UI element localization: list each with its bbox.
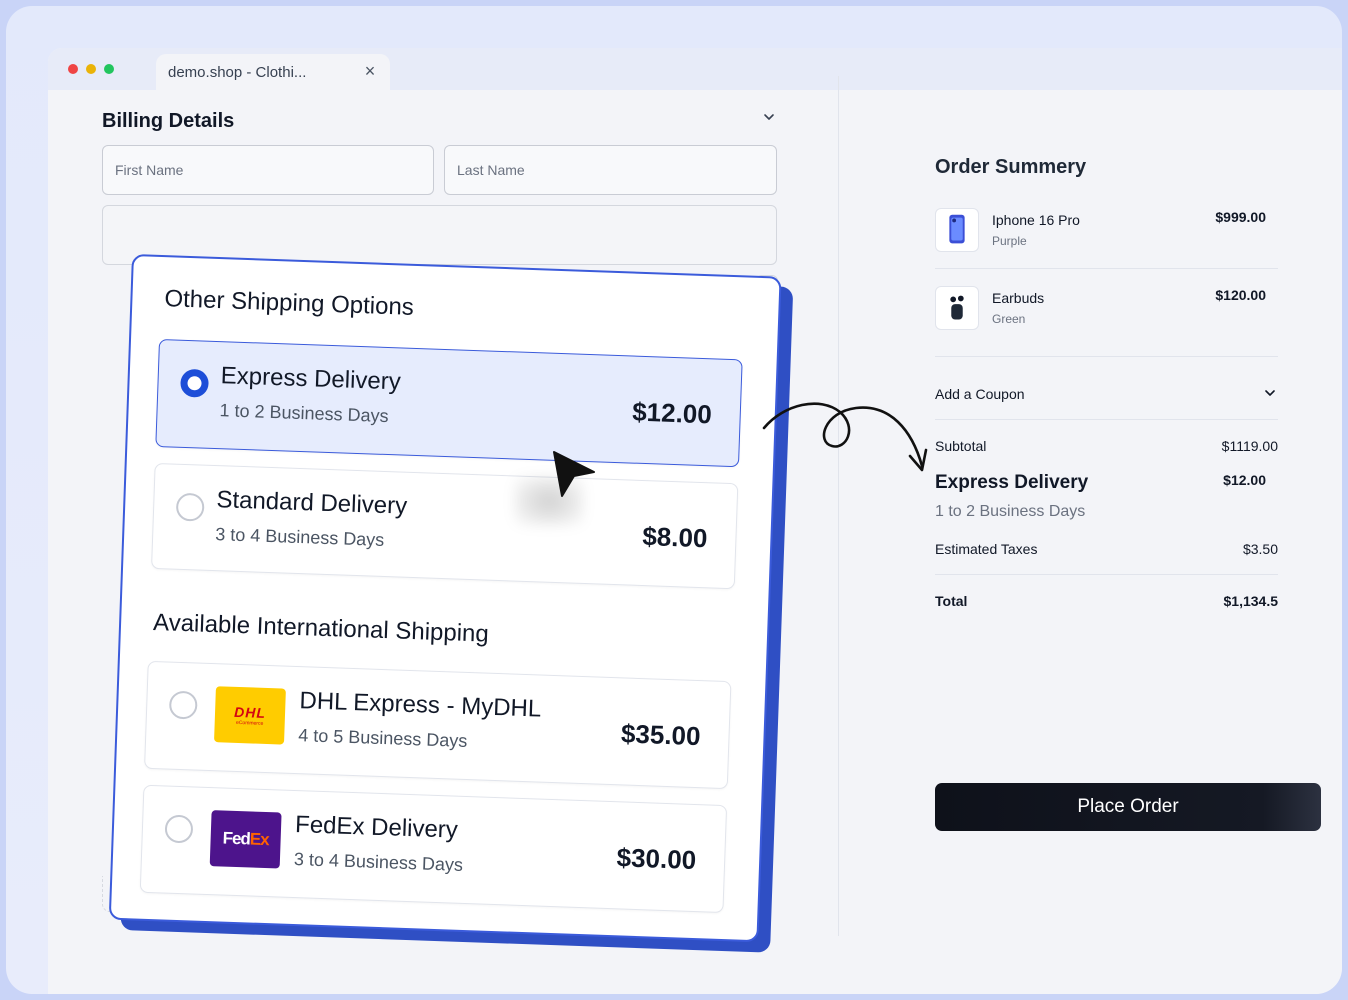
summary-divider: [935, 268, 1278, 269]
radio-unselected[interactable]: [164, 814, 194, 844]
option-subtitle: 3 to 4 Business Days: [293, 849, 464, 875]
product-price: $120.00: [1215, 287, 1266, 303]
summary-divider: [935, 574, 1278, 575]
shipping-method-price: $12.00: [1223, 472, 1266, 488]
close-window-dot[interactable]: [68, 64, 78, 74]
international-shipping-title: Available International Shipping: [152, 608, 490, 648]
shipping-option-dhl[interactable]: DHL eCommerce DHL Express - MyDHL 4 to 5…: [144, 660, 732, 790]
tab-title: demo.shop - Clothi...: [168, 63, 307, 81]
cursor-icon: [553, 451, 595, 497]
taxes-value: $3.50: [1242, 541, 1278, 557]
first-name-field[interactable]: First Name: [102, 145, 434, 195]
option-price: $8.00: [641, 520, 708, 554]
curved-arrow-icon: [762, 402, 928, 472]
dhl-logo-text: DHL: [233, 703, 267, 721]
subtotal-row: Subtotal $1119.00: [935, 438, 1278, 454]
billing-title: Billing Details: [102, 110, 235, 132]
add-coupon-toggle[interactable]: Add a Coupon: [935, 386, 1278, 402]
close-icon[interactable]: ×: [362, 62, 378, 80]
option-title: FedEx Delivery: [294, 811, 459, 844]
shipping-option-express[interactable]: Express Delivery 1 to 2 Business Days $1…: [155, 338, 743, 468]
dhl-logo: DHL eCommerce: [214, 686, 286, 745]
shipping-options-card: Other Shipping Options Express Delivery …: [108, 254, 794, 953]
option-price: $35.00: [620, 718, 702, 752]
product-variant: Purple: [992, 234, 1027, 248]
total-row: Total $1,134.5: [935, 593, 1278, 609]
dhl-logo-subtext: eCommerce: [235, 719, 264, 727]
maximize-window-dot[interactable]: [104, 64, 114, 74]
shipping-option-fedex[interactable]: FedEx FedEx Delivery 3 to 4 Business Day…: [139, 784, 728, 914]
chevron-down-icon[interactable]: [762, 110, 776, 124]
option-subtitle: 4 to 5 Business Days: [297, 725, 468, 751]
option-price: $30.00: [616, 842, 697, 876]
shipping-method-subtitle: 1 to 2 Business Days: [935, 503, 1086, 520]
earbuds-icon: [935, 286, 979, 330]
option-price: $12.00: [631, 396, 713, 430]
minimize-window-dot[interactable]: [86, 64, 96, 74]
column-divider: [838, 76, 839, 936]
product-variant: Green: [992, 312, 1026, 326]
app-frame: demo.shop - Clothi... × Billing Details …: [6, 6, 1342, 994]
option-subtitle: 1 to 2 Business Days: [219, 400, 389, 427]
product-price: $999.00: [1215, 209, 1266, 225]
browser-titlebar: demo.shop - Clothi... ×: [48, 48, 1342, 90]
subtotal-label: Subtotal: [935, 438, 987, 454]
shipping-method-title: Express Delivery: [935, 472, 1089, 493]
browser-tab[interactable]: demo.shop - Clothi... ×: [156, 54, 390, 90]
order-summary-title: Order Summery: [935, 156, 1087, 178]
radio-unselected[interactable]: [175, 492, 205, 522]
summary-divider: [935, 356, 1278, 357]
option-title: Express Delivery: [220, 362, 402, 396]
option-title: DHL Express - MyDHL: [299, 687, 542, 723]
option-title: Standard Delivery: [216, 486, 408, 520]
subtotal-value: $1119.00: [1221, 438, 1278, 454]
shipping-card: Other Shipping Options Express Delivery …: [108, 254, 782, 943]
option-subtitle: 3 to 4 Business Days: [214, 524, 385, 550]
coupon-label: Add a Coupon: [935, 386, 1025, 402]
product-name: Earbuds: [992, 290, 1045, 306]
radio-unselected[interactable]: [168, 690, 198, 720]
fedex-logo-text: FedEx: [222, 828, 269, 850]
product-name: Iphone 16 Pro: [992, 212, 1080, 228]
place-order-button[interactable]: Place Order: [935, 783, 1321, 831]
taxes-row: Estimated Taxes $3.50: [935, 541, 1278, 557]
taxes-label: Estimated Taxes: [935, 541, 1038, 557]
phone-icon: [935, 208, 979, 252]
chevron-down-icon[interactable]: [1263, 386, 1277, 400]
fedex-logo: FedEx: [209, 810, 282, 869]
last-name-field[interactable]: Last Name: [444, 145, 777, 195]
shipping-option-standard[interactable]: Standard Delivery 3 to 4 Business Days $…: [151, 462, 739, 590]
total-value: $1,134.5: [1223, 593, 1279, 609]
summary-divider: [935, 419, 1278, 420]
radio-selected[interactable]: [180, 368, 210, 398]
total-label: Total: [935, 593, 968, 609]
other-shipping-title: Other Shipping Options: [163, 285, 415, 321]
